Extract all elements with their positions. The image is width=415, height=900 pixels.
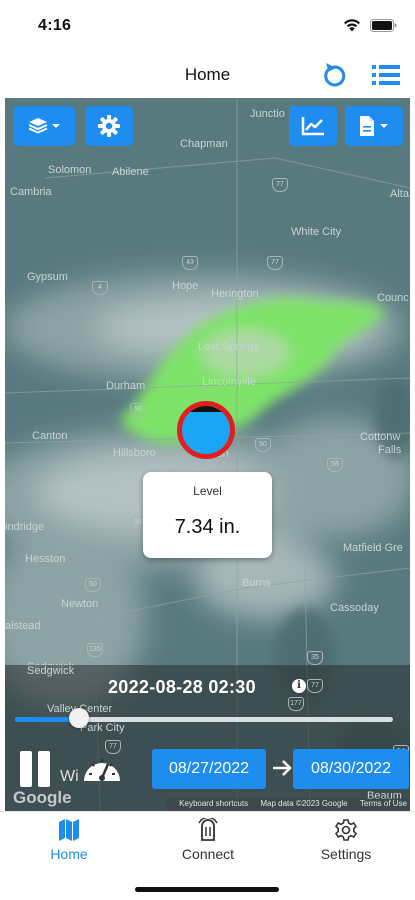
highway-shield: 50 [255,438,271,452]
map-label: Hillsboro [113,447,156,459]
layers-icon [29,118,60,134]
file-menu-button[interactable] [345,106,403,146]
map-label: Falls [378,444,402,456]
sensor-marker[interactable] [177,401,235,459]
tab-settings[interactable]: Settings [296,818,396,862]
status-time: 4:16 [38,17,72,34]
map-label: Sedgwick [27,665,75,677]
map-label: Cottonw [360,431,401,443]
map-label: Lost Springs [198,341,260,353]
tab-label: Home [50,846,88,862]
list-icon [372,65,400,85]
playback-timestamp: 2022-08-28 02:30 [108,677,256,697]
map-label: Counc [377,292,409,304]
map-icon [59,819,79,841]
highway-shield: 56 [130,403,146,417]
map-label: Canton [32,430,68,442]
speed-button[interactable] [81,749,123,789]
pause-icon [20,751,32,787]
level-callout: Level 7.34 in. [143,472,272,558]
map-label: White City [291,226,342,238]
home-indicator [135,887,279,892]
map-label: Junctio [250,108,285,120]
map-label: Cambria [10,186,52,198]
map-label: Cassoday [330,602,379,614]
map-label: Gypsum [27,271,68,283]
layers-button[interactable] [13,106,75,146]
level-value: 7.34 in. [174,516,241,538]
gear-icon [98,115,120,137]
info-icon[interactable]: i [292,679,306,693]
map-label: alstead [5,620,41,632]
gear-icon [335,819,357,841]
highway-shield: 177 [288,697,304,711]
tab-label: Settings [320,846,372,862]
map-label: Burns [242,577,271,589]
end-date-button[interactable]: 08/30/2022 [293,749,409,789]
map-data-text: Map data ©2023 Google [260,799,348,808]
settings-button[interactable] [85,106,133,146]
google-logo: Google [13,788,72,807]
refresh-icon [324,63,346,87]
map-label: Hope [172,280,199,292]
start-date-button[interactable]: 08/27/2022 [152,749,266,789]
status-bar: 4:16 [0,0,415,50]
highway-shield: 43 [182,256,198,270]
map-label: Hesston [25,553,66,565]
list-button[interactable] [370,62,402,88]
map-label: Wi [60,768,79,785]
map-label: Durham [106,380,146,392]
tab-home[interactable]: Home [19,818,119,862]
map-label: indridge [5,521,45,533]
battery-icon [370,19,397,32]
map-label: Matfield Gre [343,542,403,554]
terms-link[interactable]: Terms of Use [360,799,407,808]
file-icon [360,116,388,136]
speedometer-icon [84,759,120,781]
highway-shield: 50 [85,578,101,592]
refresh-button[interactable] [318,60,350,90]
chart-button[interactable] [289,106,337,146]
chart-icon [301,117,324,136]
highway-shield: 35 [307,651,323,665]
highway-shield: 4 [92,281,108,295]
nav-bar: Home [0,50,415,98]
highway-shield: 135 [87,643,103,657]
map-label: Newton [61,598,99,610]
highway-shield: 77 [307,679,323,693]
keyboard-shortcuts-link[interactable]: Keyboard shortcuts [179,799,248,808]
wifi-icon [344,19,360,32]
sensor-icon [198,818,218,841]
highway-shield: 77 [267,256,283,270]
map-label: Solomon [48,164,92,176]
tab-connect[interactable]: Connect [158,818,258,862]
page-title: Home [184,65,231,84]
pause-button[interactable] [17,751,53,787]
map-label: Lincolnville [202,376,256,388]
highway-shield: 77 [272,178,288,192]
highway-shield: 56 [327,458,343,472]
map-label: Alta [390,188,409,200]
tab-label: Connect [181,846,235,862]
map-label: Abilene [112,166,149,178]
arrow-right-icon [273,760,292,776]
marker-level-indicator [182,406,230,412]
map-label: Chapman [180,138,228,150]
map-attribution: Keyboard shortcuts Map data ©2023 Google… [166,798,410,811]
level-label: Level [193,484,222,498]
map-label: Herington [211,288,259,300]
map-view[interactable]: Junctio Chapman Solomon Abilene Cambria … [5,98,410,811]
